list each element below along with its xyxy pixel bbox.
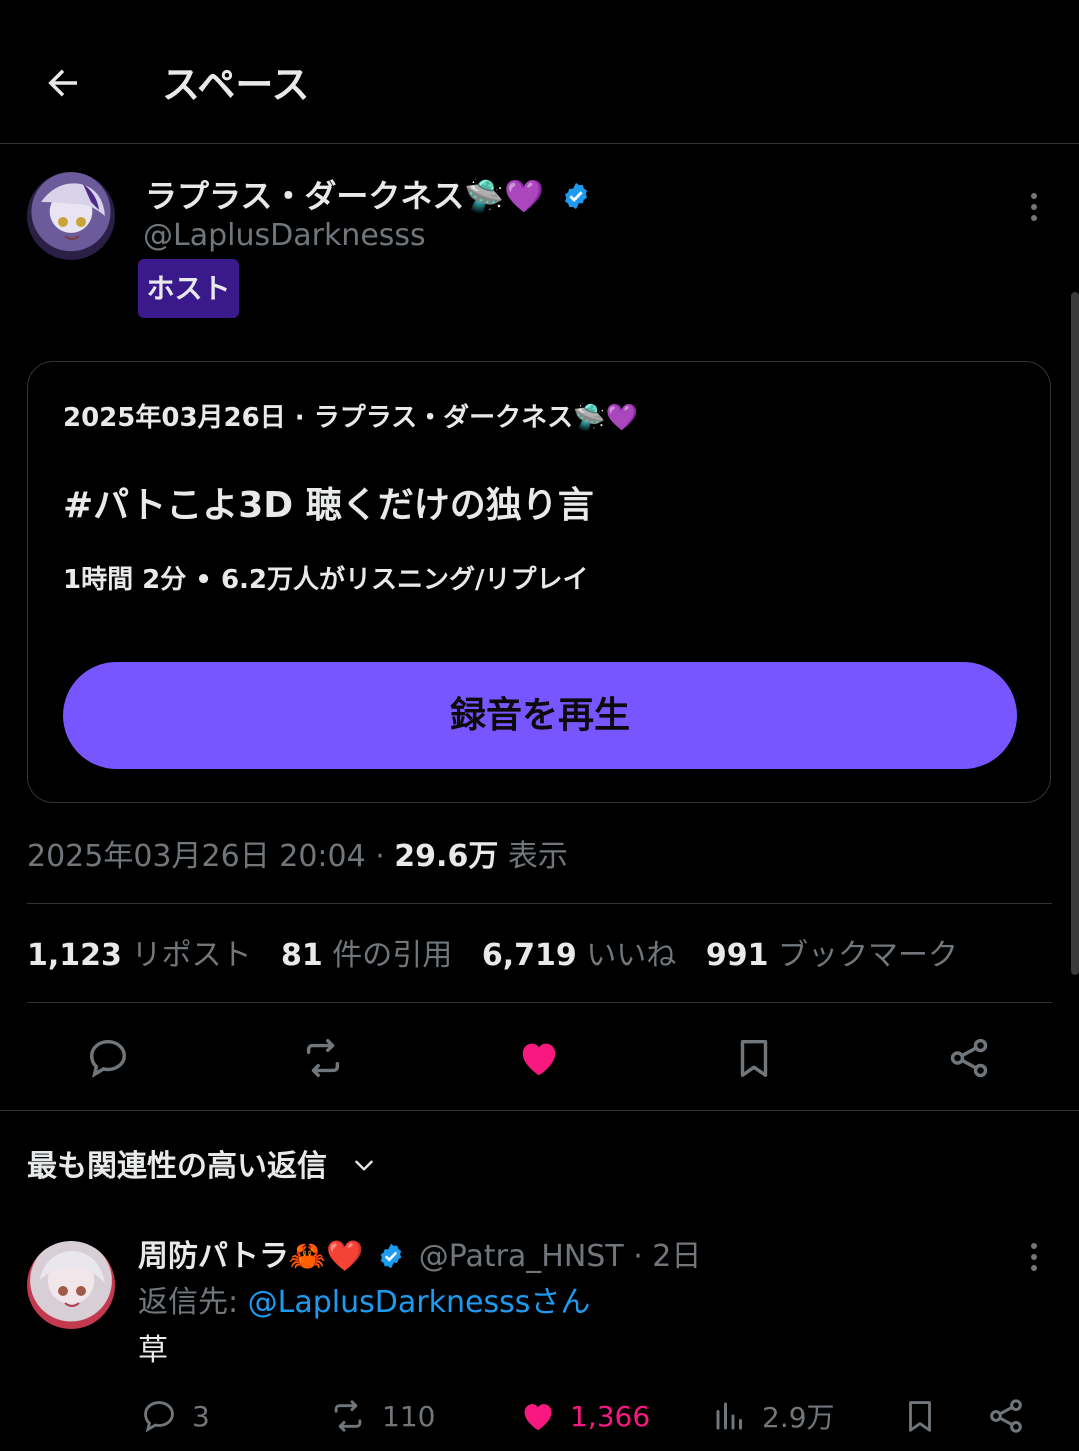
heart-filled-icon[interactable] (515, 1035, 563, 1081)
meta-divider (27, 903, 1052, 904)
verified-badge-icon (377, 1242, 405, 1270)
like-count: 1,366 (570, 1399, 651, 1433)
reposts-count: 1,123 (27, 938, 122, 973)
play-recording-button[interactable]: 録音を再生 (63, 662, 1017, 769)
reply-handle-time[interactable]: @Patra_HNST · 2日 (419, 1239, 702, 1274)
reply-to-handle[interactable]: @LaplusDarknesssさん (248, 1285, 591, 1320)
share-icon[interactable] (986, 1396, 1026, 1436)
views-label: 表示 (498, 839, 568, 874)
engagement-stats: 1,123 リポスト 81 件の引用 6,719 いいね 991 ブックマーク (27, 934, 958, 978)
bookmark-icon[interactable] (901, 1396, 939, 1436)
views-icon (712, 1398, 748, 1434)
reply-display-name[interactable]: 周防パトラ🦀❤️ (138, 1239, 364, 1274)
chevron-down-icon (351, 1152, 377, 1178)
bookmarks-label: ブックマーク (768, 938, 959, 973)
replies-sort-dropdown[interactable]: 最も関連性の高い返信 (27, 1146, 377, 1188)
likes-label: いいね (576, 938, 677, 973)
stats-divider (27, 1002, 1052, 1003)
back-arrow-icon[interactable] (42, 62, 84, 104)
share-icon[interactable] (946, 1035, 992, 1081)
host-name-text: ラプラス・ダークネス🛸💜 (145, 177, 545, 215)
scrollbar[interactable] (1071, 292, 1079, 975)
reposts-label: リポスト (121, 938, 252, 973)
reply-text: 草 (138, 1333, 168, 1368)
bookmarks-count: 991 (705, 938, 769, 973)
bookmarks-stat[interactable]: 991 ブックマーク (706, 938, 958, 973)
reposts-stat[interactable]: 1,123 リポスト (27, 938, 251, 973)
space-title: #パトこよ3D 聴くだけの独り言 (63, 485, 594, 526)
reply-action-views[interactable]: 2.9万 (712, 1394, 835, 1438)
actions-divider (0, 1110, 1079, 1111)
space-stats: 1時間 2分 • 6.2万人がリスニング/リプレイ (63, 565, 589, 595)
likes-stat[interactable]: 6,719 いいね (482, 938, 676, 973)
quotes-stat[interactable]: 81 件の引用 (281, 938, 452, 973)
views-count: 29.6万 (394, 839, 499, 874)
space-meta: 2025年03月26日 · ラプラス・ダークネス🛸💜 (63, 403, 638, 433)
post-datetime[interactable]: 2025年03月26日 20:04 · (27, 839, 394, 874)
repost-count: 110 (382, 1399, 436, 1433)
repost-icon (328, 1397, 368, 1435)
bookmark-icon[interactable] (731, 1035, 777, 1081)
host-avatar[interactable] (27, 172, 115, 260)
reply-to-prefix: 返信先: (138, 1285, 248, 1320)
reply-action-reply[interactable]: 3 (140, 1394, 210, 1438)
reply-icon[interactable] (85, 1035, 131, 1081)
views-count-reply: 2.9万 (762, 1401, 835, 1434)
header-divider (0, 143, 1079, 144)
reply-action-repost[interactable]: 110 (328, 1394, 435, 1438)
verified-badge-icon (561, 181, 591, 211)
reply-action-like[interactable]: 1,366 (518, 1394, 650, 1438)
quotes-label: 件の引用 (322, 938, 453, 973)
host-display-name[interactable]: ラプラス・ダークネス🛸💜 (145, 174, 591, 218)
reply-more-icon[interactable] (1018, 1240, 1050, 1276)
quotes-count: 81 (281, 938, 323, 973)
host-badge: ホスト (138, 259, 239, 318)
reply-avatar[interactable] (27, 1241, 115, 1329)
repost-icon[interactable] (299, 1035, 347, 1081)
reply-icon (140, 1397, 178, 1435)
more-vertical-icon[interactable] (1018, 190, 1050, 226)
heart-filled-icon (518, 1397, 558, 1435)
host-handle[interactable]: @LaplusDarknesss (143, 216, 426, 256)
likes-count: 6,719 (481, 938, 577, 973)
replies-sort-label: 最も関連性の高い返信 (27, 1149, 327, 1184)
reply-count: 3 (192, 1399, 210, 1433)
page-title: スペース (162, 63, 310, 107)
reply-header: 周防パトラ🦀❤️ @Patra_HNST · 2日 (138, 1236, 701, 1278)
reply-to-line: 返信先: @LaplusDarknesssさん (138, 1282, 590, 1324)
post-meta: 2025年03月26日 20:04 · 29.6万 表示 (27, 836, 568, 878)
